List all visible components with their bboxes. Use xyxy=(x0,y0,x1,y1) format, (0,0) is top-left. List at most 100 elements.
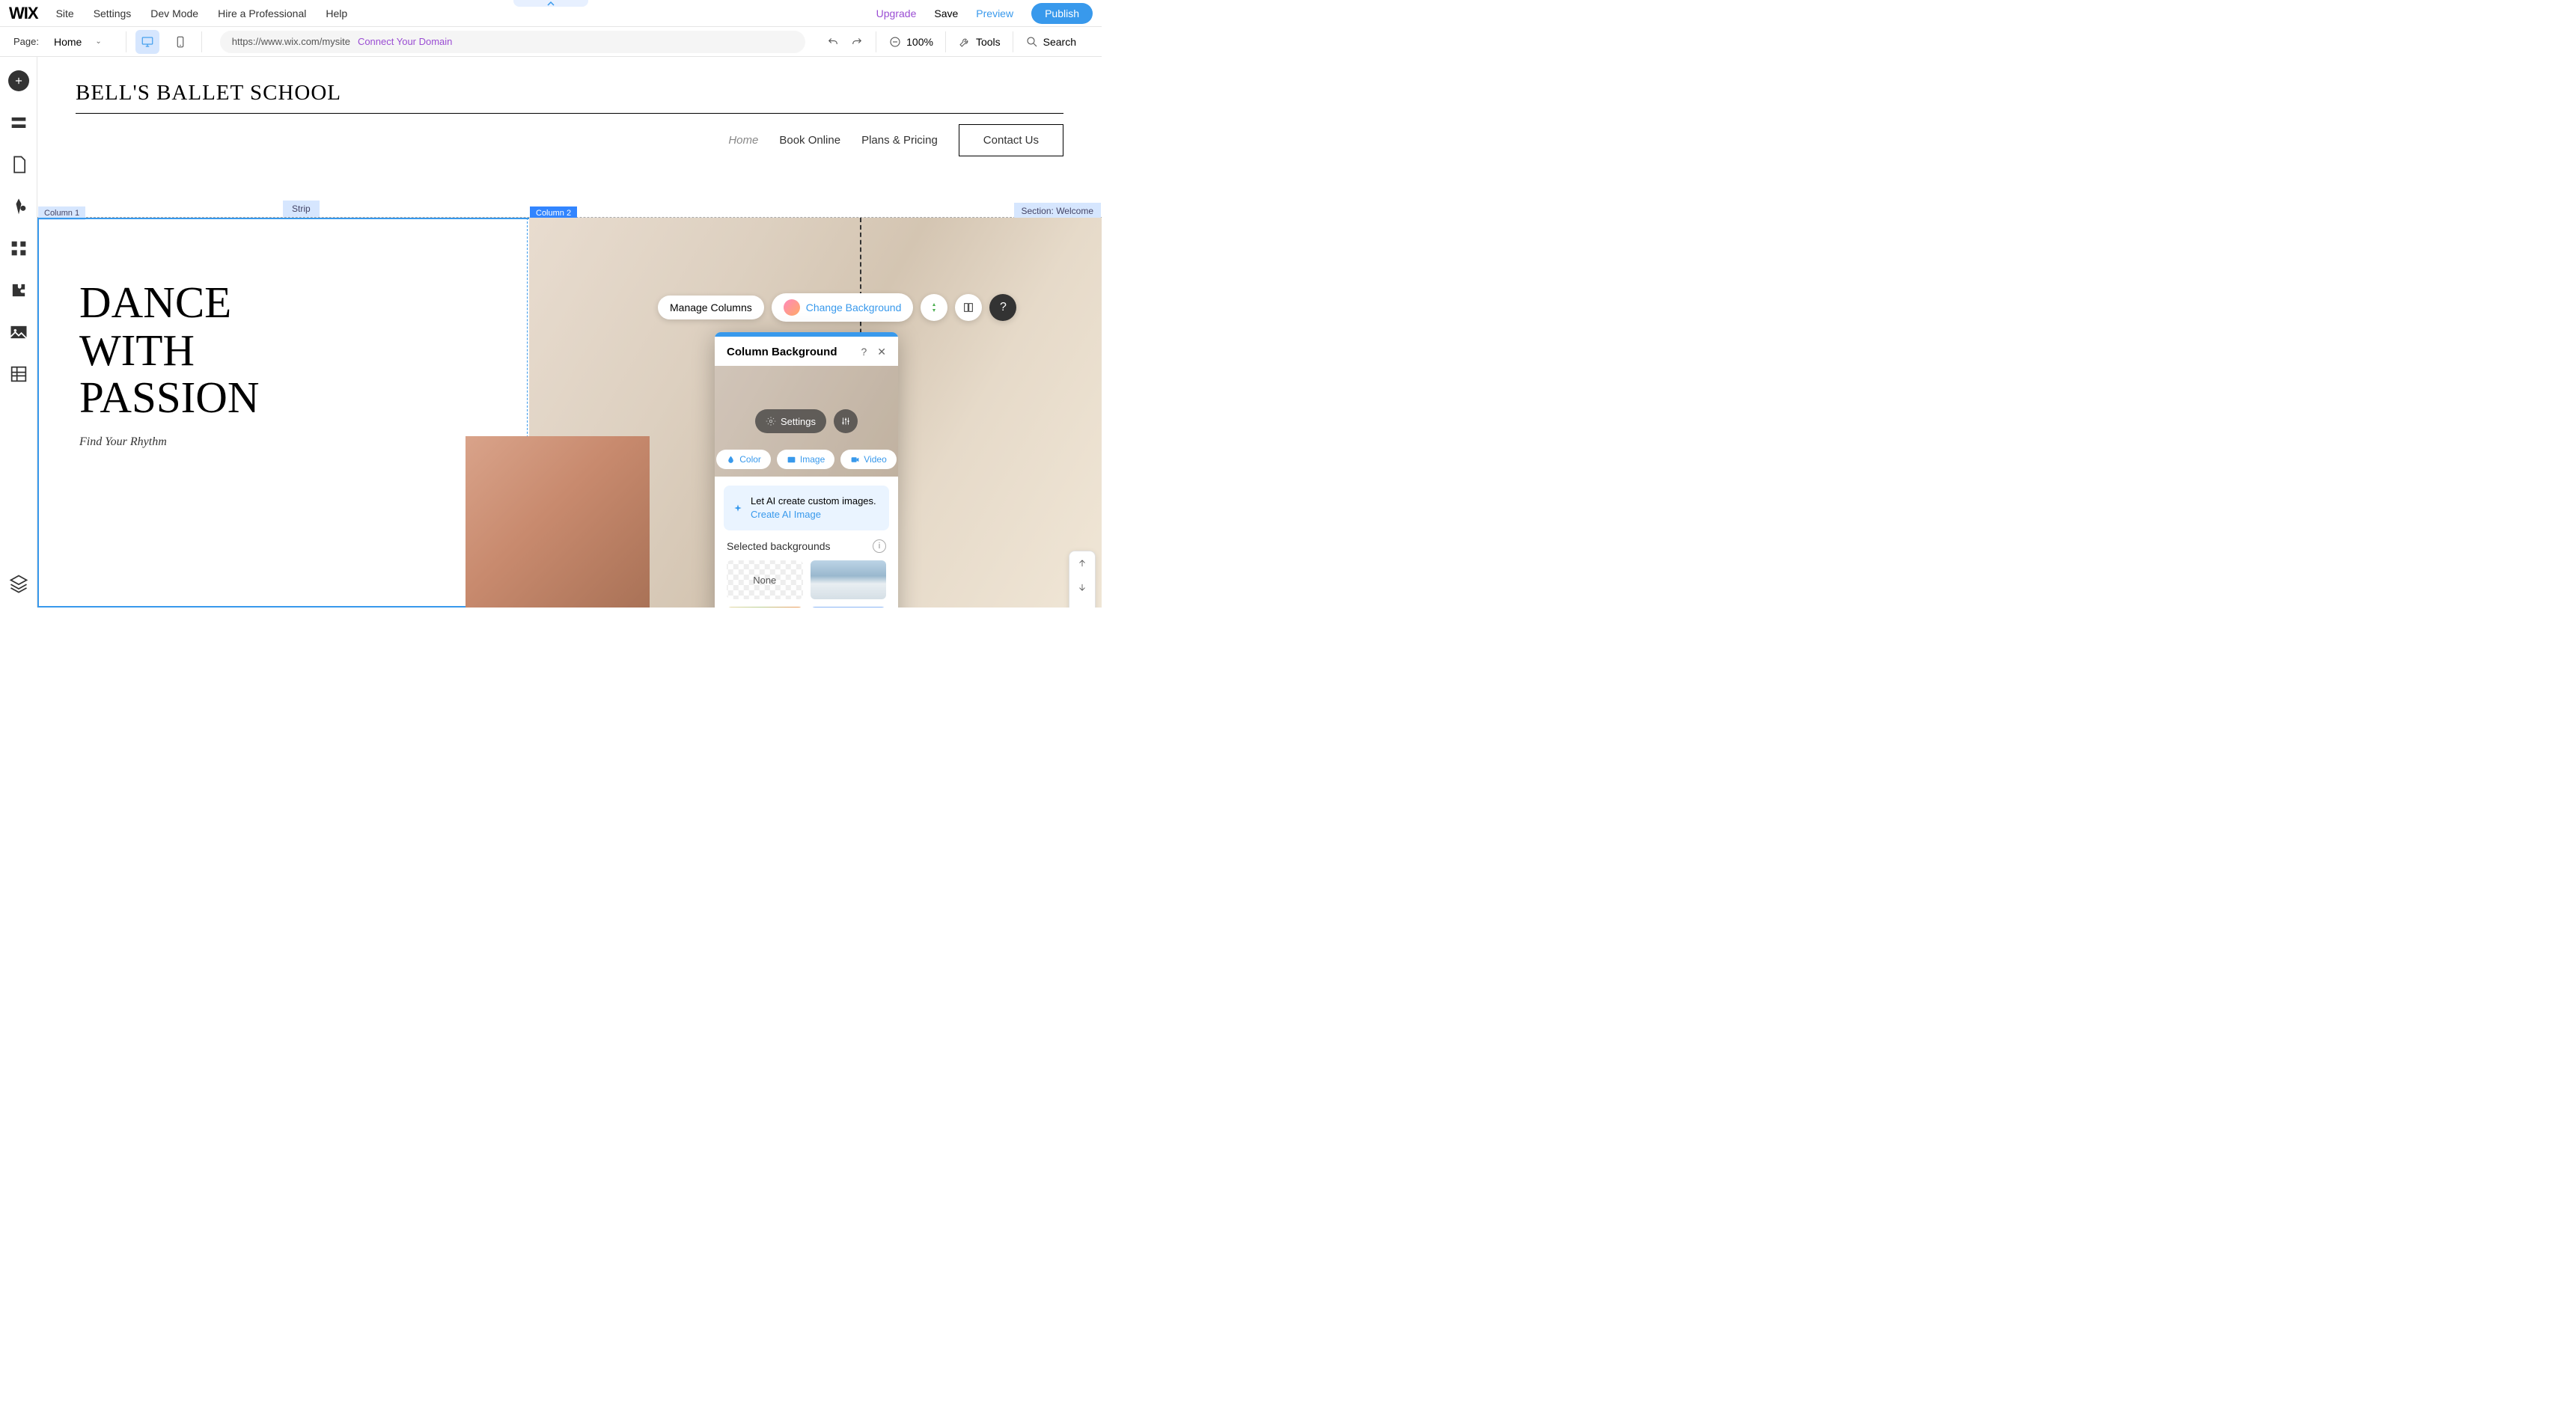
menu-dev-mode[interactable]: Dev Mode xyxy=(150,7,198,19)
bg-settings-button[interactable]: Settings xyxy=(755,409,826,433)
business-button[interactable] xyxy=(8,280,29,301)
menu-hire[interactable]: Hire a Professional xyxy=(218,7,306,19)
nav-contact[interactable]: Contact Us xyxy=(959,124,1063,156)
arrow-down-icon xyxy=(1077,582,1087,593)
puzzle-icon xyxy=(8,280,29,301)
menu-site[interactable]: Site xyxy=(56,7,74,19)
editor-canvas[interactable]: BELL'S BALLET SCHOOL Home Book Online Pl… xyxy=(37,57,1102,608)
change-background-button[interactable]: Change Background xyxy=(772,293,914,322)
save-button[interactable]: Save xyxy=(934,7,958,19)
site-header[interactable]: BELL'S BALLET SCHOOL Home Book Online Pl… xyxy=(64,57,1075,162)
help-button[interactable]: ? xyxy=(989,294,1016,321)
nav-home[interactable]: Home xyxy=(728,134,758,147)
selected-backgrounds-header: Selected backgrounds i xyxy=(715,539,898,560)
desktop-icon xyxy=(141,35,154,49)
bg-option-mountain[interactable] xyxy=(811,560,887,599)
question-icon: ? xyxy=(1000,301,1007,314)
mobile-view-button[interactable] xyxy=(168,30,192,54)
separator xyxy=(201,31,202,52)
ai-banner: Let AI create custom images. Create AI I… xyxy=(724,486,889,530)
menu-right: Upgrade Save Preview Publish xyxy=(876,3,1093,24)
droplet-icon xyxy=(726,455,736,465)
bg-option-food[interactable] xyxy=(727,607,803,608)
site-title[interactable]: BELL'S BALLET SCHOOL xyxy=(76,81,1063,105)
grid-icon xyxy=(8,238,29,259)
column-actions: Manage Columns Change Background ? xyxy=(658,293,1016,322)
page-selector[interactable]: Home xyxy=(54,36,82,48)
image-icon xyxy=(8,322,29,343)
avatar-icon xyxy=(784,299,800,316)
sections-button[interactable] xyxy=(8,112,29,133)
undo-button[interactable] xyxy=(826,35,840,49)
section-label[interactable]: Section: Welcome xyxy=(1014,203,1102,219)
table-icon xyxy=(8,364,29,385)
hero-image[interactable] xyxy=(466,436,650,608)
gear-icon xyxy=(766,416,776,426)
bg-adjust-button[interactable] xyxy=(834,409,858,433)
move-up-button[interactable] xyxy=(1069,551,1096,575)
preview-button[interactable]: Preview xyxy=(976,7,1013,19)
layers-button[interactable] xyxy=(8,573,29,594)
redo-icon xyxy=(850,35,864,49)
page-label: Page: xyxy=(13,36,39,47)
secondary-bar: Page: Home ⌄ https://www.wix.com/mysite … xyxy=(0,27,1102,57)
plus-icon xyxy=(13,76,24,86)
bg-type-color[interactable]: Color xyxy=(716,450,771,469)
nav-book[interactable]: Book Online xyxy=(779,134,840,147)
chevron-down-icon[interactable]: ⌄ xyxy=(95,37,101,46)
menu-help[interactable]: Help xyxy=(326,7,347,19)
bg-option-none[interactable]: None xyxy=(727,560,803,599)
page-icon xyxy=(8,154,29,175)
upgrade-link[interactable]: Upgrade xyxy=(876,7,917,19)
layout-icon xyxy=(962,302,974,313)
move-down-button[interactable] xyxy=(1069,575,1096,599)
redo-button[interactable] xyxy=(850,35,864,49)
column-1[interactable]: DANCE WITH PASSION Find Your Rhythm xyxy=(37,218,528,449)
sparkle-icon xyxy=(733,496,743,521)
pencil-icon xyxy=(1077,606,1087,608)
zoom-control[interactable]: 100% xyxy=(888,35,933,49)
edit-button[interactable] xyxy=(1069,599,1096,608)
column-background-panel: Column Background ? ✕ Settings Color Ima… xyxy=(715,332,898,608)
motion-icon xyxy=(928,302,940,313)
bg-option-gradient[interactable] xyxy=(811,607,887,608)
info-button[interactable]: i xyxy=(873,539,886,553)
content-button[interactable] xyxy=(8,364,29,385)
panel-header: Column Background ? ✕ xyxy=(715,337,898,366)
pages-button[interactable] xyxy=(8,154,29,175)
theme-button[interactable] xyxy=(8,196,29,217)
site-nav: Home Book Online Plans & Pricing Contact… xyxy=(76,114,1063,156)
animation-button[interactable] xyxy=(921,294,947,321)
bg-type-video[interactable]: Video xyxy=(840,450,896,469)
add-element-button[interactable] xyxy=(8,70,29,91)
strip-label[interactable]: Strip xyxy=(283,201,320,217)
bg-type-image[interactable]: Image xyxy=(777,450,834,469)
layers-icon xyxy=(8,573,29,594)
media-button[interactable] xyxy=(8,322,29,343)
theme-icon xyxy=(8,196,29,217)
left-toolbar xyxy=(0,57,37,608)
desktop-view-button[interactable] xyxy=(135,30,159,54)
address-bar[interactable]: https://www.wix.com/mysite Connect Your … xyxy=(220,31,805,53)
menu-bar: WIX Site Settings Dev Mode Hire a Profes… xyxy=(0,0,1102,27)
apps-button[interactable] xyxy=(8,238,29,259)
connect-domain-link[interactable]: Connect Your Domain xyxy=(358,36,452,47)
canvas-tools xyxy=(1069,551,1096,608)
manage-columns-button[interactable]: Manage Columns xyxy=(658,296,764,319)
wix-logo[interactable]: WIX xyxy=(9,4,38,23)
arrow-up-icon xyxy=(1077,558,1087,569)
search-button[interactable]: Search xyxy=(1025,35,1076,49)
hero-heading[interactable]: DANCE WITH PASSION xyxy=(37,218,277,422)
publish-button[interactable]: Publish xyxy=(1031,3,1093,24)
panel-help-button[interactable]: ? xyxy=(861,346,867,358)
undo-icon xyxy=(826,35,840,49)
search-icon xyxy=(1025,35,1039,49)
nav-plans[interactable]: Plans & Pricing xyxy=(861,134,938,147)
layout-button[interactable] xyxy=(955,294,982,321)
menu-settings[interactable]: Settings xyxy=(94,7,132,19)
menu-items: Site Settings Dev Mode Hire a Profession… xyxy=(56,7,348,19)
create-ai-image-link[interactable]: Create AI Image xyxy=(751,509,821,520)
hero-subheading[interactable]: Find Your Rhythm xyxy=(37,422,527,449)
tools-button[interactable]: Tools xyxy=(958,35,1001,49)
panel-close-button[interactable]: ✕ xyxy=(877,346,886,358)
